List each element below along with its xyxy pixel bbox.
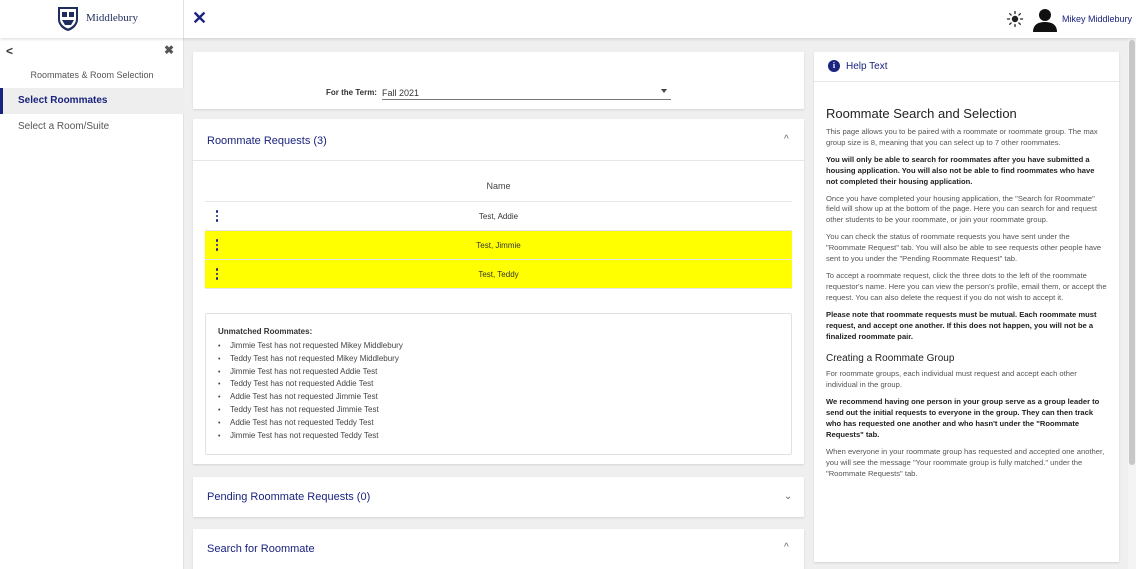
- roommate-requests-title[interactable]: Roommate Requests (3): [207, 135, 327, 147]
- list-item: Jimmie Test has not requested Teddy Test: [230, 430, 403, 443]
- help-panel: i Help Text Roommate Search and Selectio…: [814, 52, 1119, 562]
- help-paragraph-bold: You will only be able to search for room…: [826, 154, 1095, 186]
- unmatched-roommates-box: Unmatched Roommates: Jimmie Test has not…: [205, 313, 792, 455]
- list-item: Teddy Test has not requested Jimmie Test: [230, 404, 403, 417]
- user-avatar-icon[interactable]: [1032, 7, 1058, 33]
- table-row: Test, Addie: [205, 202, 792, 231]
- list-item: Addie Test has not requested Jimmie Test: [230, 391, 403, 404]
- list-item: Jimmie Test has not requested Addie Test: [230, 366, 403, 379]
- info-icon: i: [828, 60, 840, 72]
- chevron-down-icon[interactable]: ⌄: [784, 491, 792, 502]
- help-paragraph-bold: Please note that roommate requests must …: [826, 309, 1097, 341]
- pending-requests-title[interactable]: Pending Roommate Requests (0): [207, 491, 370, 503]
- roommate-name: Test, Teddy: [478, 270, 519, 279]
- list-item: Teddy Test has not requested Mikey Middl…: [230, 353, 403, 366]
- chevron-left-icon[interactable]: <: [6, 44, 13, 58]
- list-item: Jimmie Test has not requested Mikey Midd…: [230, 340, 403, 353]
- pending-requests-card[interactable]: Pending Roommate Requests (0) ⌄: [193, 477, 804, 517]
- roommate-name: Test, Jimmie: [476, 241, 521, 250]
- more-options-icon[interactable]: [211, 210, 223, 223]
- search-roommate-card[interactable]: Search for Roommate ^: [193, 529, 804, 569]
- chevron-up-icon[interactable]: ^: [784, 542, 789, 553]
- help-paragraph: For roommate groups, each individual mus…: [826, 369, 1077, 390]
- term-value: Fall 2021: [382, 88, 420, 98]
- chevron-up-icon[interactable]: ^: [784, 134, 789, 145]
- term-select[interactable]: Fall 2021: [382, 83, 671, 100]
- brand-area[interactable]: Middlebury: [0, 0, 184, 38]
- list-item: Addie Test has not requested Teddy Test: [230, 417, 403, 430]
- term-label: For the Term:: [326, 88, 377, 97]
- caret-down-icon: [661, 89, 667, 93]
- roommate-requests-card: Roommate Requests (3) ^ Name Test, Addie…: [193, 119, 804, 464]
- help-paragraph: You can check the status of roommate req…: [826, 232, 1102, 264]
- theme-toggle-sun-icon[interactable]: [1006, 10, 1024, 28]
- page-scrollbar[interactable]: [1128, 38, 1136, 569]
- table-row: Test, Jimmie: [205, 231, 792, 260]
- more-options-icon[interactable]: [211, 239, 223, 252]
- sidebar-item-select-roommates[interactable]: Select Roommates: [0, 88, 184, 114]
- unmatched-list: Jimmie Test has not requested Mikey Midd…: [230, 340, 403, 442]
- user-name[interactable]: Mikey Middlebury: [1062, 14, 1132, 24]
- table-row: Test, Teddy: [205, 260, 792, 289]
- help-paragraph: When everyone in your roommate group has…: [826, 446, 1105, 478]
- help-heading: Roommate Search and Selection: [826, 106, 1017, 121]
- column-header-name[interactable]: Name: [205, 170, 792, 202]
- help-paragraph: Once you have completed your housing app…: [826, 193, 1098, 225]
- help-paragraph-bold: We recommend having one person in your g…: [826, 397, 1100, 439]
- divider: [193, 160, 804, 161]
- sidebar: < ✖ Roommates & Room Selection Select Ro…: [0, 38, 184, 569]
- search-roommate-title[interactable]: Search for Roommate: [207, 543, 315, 555]
- sidebar-heading: Roommates & Room Selection: [30, 70, 154, 80]
- close-sidebar-icon[interactable]: ✖: [164, 43, 174, 57]
- scrollbar-thumb[interactable]: [1129, 40, 1135, 465]
- help-paragraph: To accept a roommate request, click the …: [826, 270, 1107, 302]
- unmatched-roommates-title: Unmatched Roommates:: [218, 327, 313, 336]
- help-paragraph: This page allows you to be paired with a…: [826, 127, 1098, 147]
- more-options-icon[interactable]: [211, 268, 223, 281]
- sidebar-item-select-room-suite[interactable]: Select a Room/Suite: [0, 114, 184, 140]
- close-icon[interactable]: ✕: [192, 8, 207, 28]
- help-title: Help Text: [846, 61, 888, 72]
- list-item: Teddy Test has not requested Addie Test: [230, 378, 403, 391]
- brand-name: Middlebury: [86, 12, 138, 24]
- help-header: i Help Text: [814, 52, 1119, 82]
- middlebury-shield-logo: [58, 7, 78, 31]
- top-bar: Middlebury ✕ Mikey Middlebury: [0, 0, 1136, 38]
- help-subheading: Creating a Roommate Group: [826, 353, 955, 365]
- help-body: Roommate Search and Selection This page …: [826, 106, 1108, 486]
- term-card: For the Term: Fall 2021: [193, 52, 804, 109]
- roommate-name: Test, Addie: [478, 212, 519, 221]
